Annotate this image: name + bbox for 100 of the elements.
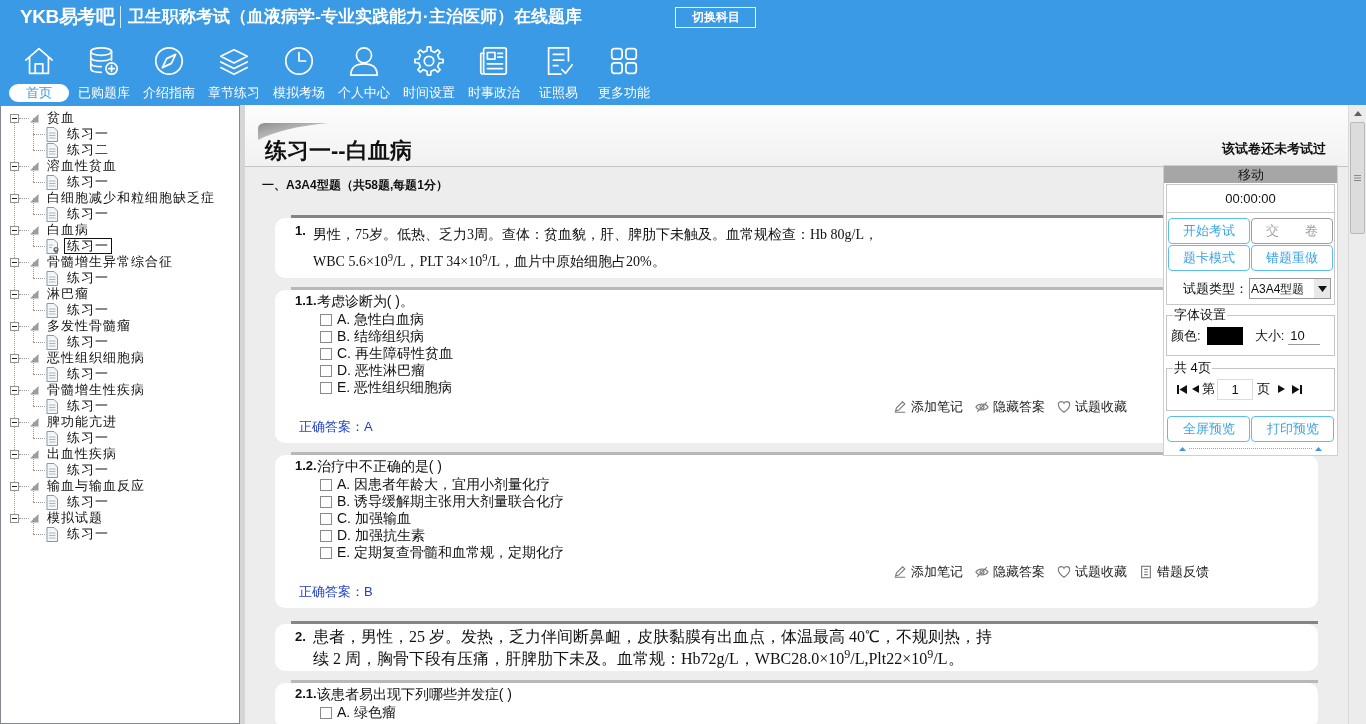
last-page-icon[interactable] <box>1292 384 1302 394</box>
font-size-field[interactable]: 10 <box>1288 327 1321 345</box>
option-text: A. 绿色瘤 <box>337 704 397 721</box>
checkbox[interactable] <box>320 546 332 559</box>
tree-item[interactable]: 溶血性贫血 <box>47 158 117 174</box>
checkbox[interactable] <box>320 347 332 360</box>
option-text: C. 再生障碍性贫血 <box>337 345 453 362</box>
document-icon <box>46 366 59 382</box>
timer-display: 00:00:00 <box>1167 185 1334 213</box>
caret-up-icon <box>1353 111 1362 116</box>
favorite-button[interactable]: 试题收藏 <box>1057 397 1127 417</box>
tree-item[interactable]: 恶性组织细胞病 <box>47 350 145 366</box>
scrollbar-track[interactable] <box>1348 105 1366 724</box>
tree-item[interactable]: 练习一 <box>64 462 112 478</box>
section-heading: 一、A3A4型题（共58题,每题1分） <box>262 177 449 193</box>
tree-item[interactable]: 练习二 <box>64 142 112 158</box>
tree-item[interactable]: 练习一 <box>64 334 112 350</box>
checkbox[interactable] <box>320 381 332 394</box>
collapse-icon[interactable] <box>10 257 19 267</box>
document-icon <box>46 462 59 478</box>
checkbox[interactable] <box>320 478 332 491</box>
document-icon <box>46 494 59 510</box>
collapse-icon[interactable] <box>10 513 19 523</box>
tree-item[interactable]: 脾功能亢进 <box>47 414 117 430</box>
hide-answer-button[interactable]: 隐藏答案 <box>975 562 1045 582</box>
checkbox[interactable] <box>320 529 332 542</box>
collapse-icon[interactable] <box>10 481 19 491</box>
field-label: 颜色: <box>1171 327 1201 346</box>
add-note-button[interactable]: 添加笔记 <box>893 562 963 582</box>
favorite-button[interactable]: 试题收藏 <box>1057 562 1127 582</box>
tree-item[interactable]: 练习一 <box>64 174 112 190</box>
tree-item[interactable]: 练习一 <box>64 366 112 382</box>
option-text: C. 加强输血 <box>337 510 411 527</box>
collapse-icon[interactable] <box>10 321 19 331</box>
tree-item[interactable]: 多发性骨髓瘤 <box>47 318 131 334</box>
collapse-icon[interactable] <box>10 417 19 427</box>
collapse-icon[interactable] <box>10 161 19 171</box>
tree-item[interactable]: 模拟试题 <box>47 510 103 526</box>
first-page-icon[interactable] <box>1177 384 1187 394</box>
document-icon <box>46 206 59 222</box>
caret-down-icon <box>1317 285 1327 292</box>
checkbox[interactable] <box>320 495 332 508</box>
question-number: 2.1. <box>295 685 317 704</box>
tree-item[interactable]: 淋巴瘤 <box>47 286 89 302</box>
previous-page-icon[interactable] <box>1192 385 1199 393</box>
question-number: 2. <box>295 628 307 646</box>
option-text: A. 因患者年龄大，宜用小剂量化疗 <box>337 476 551 493</box>
tree-item[interactable]: 骨髓增生异常综合征 <box>47 254 173 270</box>
color-swatch[interactable] <box>1206 327 1243 345</box>
field-label: 大小: <box>1254 327 1285 346</box>
tree-item[interactable]: 出血性疾病 <box>47 446 117 462</box>
collapse-arrow-icon[interactable] <box>1315 446 1322 451</box>
checkbox[interactable] <box>320 512 332 525</box>
next-page-icon[interactable] <box>1278 385 1285 393</box>
tree-item[interactable]: 练习一 <box>64 398 112 414</box>
collapse-icon[interactable] <box>10 449 19 459</box>
tree-item[interactable]: 输血与输血反应 <box>47 478 145 494</box>
add-note-button[interactable]: 添加笔记 <box>893 397 963 417</box>
option-text: D. 加强抗生素 <box>337 527 425 544</box>
scrollbar-thumb[interactable] <box>1350 122 1365 234</box>
collapse-icon[interactable] <box>10 193 19 203</box>
logo-text: YKB易考吧 <box>20 4 115 29</box>
tree-item[interactable]: 练习一 <box>64 126 112 142</box>
checkbox[interactable] <box>320 330 332 343</box>
drag-handle[interactable]: 移动 <box>1164 166 1337 183</box>
option-text: D. 恶性淋巴瘤 <box>337 362 425 379</box>
collapse-arrow-icon[interactable] <box>1179 446 1186 451</box>
collapse-icon[interactable] <box>10 225 19 235</box>
exam-status: 该试卷还未考试过 <box>1222 139 1326 158</box>
tree-item[interactable]: 练习一 <box>64 494 112 510</box>
field-label: 试题类型： <box>1183 279 1248 298</box>
collapse-icon[interactable] <box>10 385 19 395</box>
type-select[interactable]: A3A4型题 <box>1249 278 1331 299</box>
tree-item[interactable]: 白血病 <box>47 222 89 238</box>
tree-item[interactable]: 练习一 <box>64 238 112 254</box>
report-error-button[interactable]: 错题反馈 <box>1139 562 1209 582</box>
collapse-icon[interactable] <box>10 289 19 299</box>
tree-item[interactable]: 骨髓增生性疾病 <box>47 382 145 398</box>
document-icon <box>1139 565 1153 579</box>
checkbox[interactable] <box>320 313 332 326</box>
pager-label: 页 <box>1257 380 1270 399</box>
tree-item[interactable]: 练习一 <box>64 302 112 318</box>
collapse-icon[interactable] <box>10 353 19 363</box>
collapse-icon[interactable] <box>10 113 19 123</box>
document-pin-icon <box>46 238 59 254</box>
tree-item[interactable]: 练习一 <box>64 526 112 542</box>
tree-item[interactable]: 贫血 <box>47 110 75 126</box>
document-icon <box>46 142 59 158</box>
checkbox[interactable] <box>320 706 332 719</box>
page-field[interactable]: 1 <box>1217 378 1253 400</box>
question-number: 1.2. <box>295 457 317 476</box>
checkbox[interactable] <box>320 364 332 377</box>
hide-answer-button[interactable]: 隐藏答案 <box>975 397 1045 417</box>
heart-icon <box>1057 565 1071 579</box>
tree-item[interactable]: 练习一 <box>64 270 112 286</box>
pager-label: 第 <box>1202 380 1215 399</box>
tree-item[interactable]: 练习一 <box>64 206 112 222</box>
tree-item[interactable]: 白细胞减少和粒细胞缺乏症 <box>47 190 215 206</box>
document-icon <box>46 302 59 318</box>
tree-item[interactable]: 练习一 <box>64 430 112 446</box>
